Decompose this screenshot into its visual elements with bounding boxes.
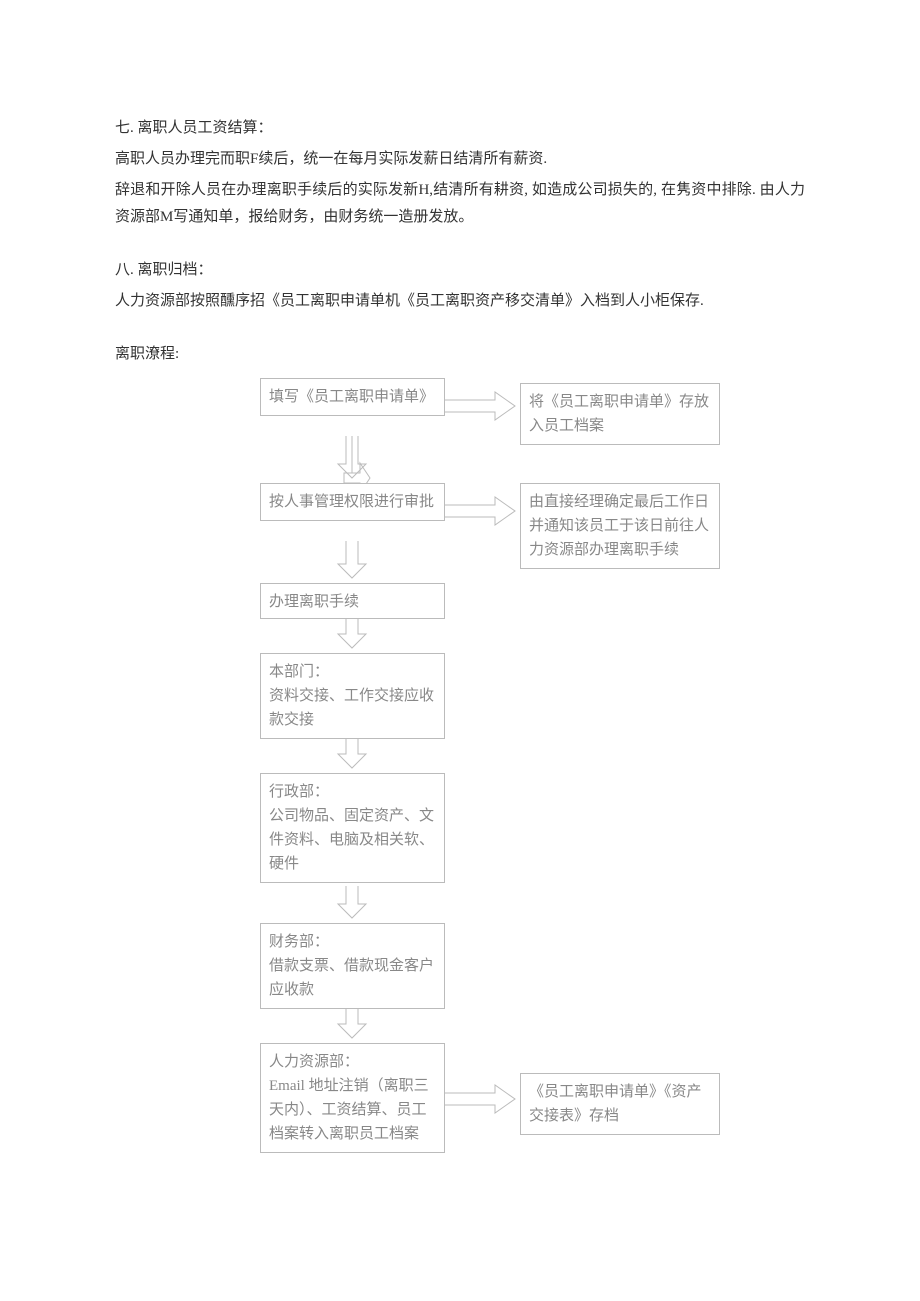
section-7-line2: 辞退和开除人员在办理离职手续后的实际发新H,结清所有耕资, 如造成公司损失的, … (115, 177, 805, 231)
section-8-heading: 八. 离职归档： (115, 257, 805, 284)
flow-side-manager-notify: 由直接经理确定最后工作日并通知该员工于该日前往人力资源部办理离职手续 (520, 483, 720, 569)
section-7-heading: 七. 离职人员工资结算： (115, 115, 805, 142)
flow-step-admin: 行政部：公司物品、固定资产、文件资料、电脑及相关软、硬件 (260, 773, 445, 883)
flowchart-heading: 离职潦程: (115, 341, 805, 368)
flow-step-hr: 人力资源部：Email 地址注销（离职三天内）、工资结算、员工档案转入离职员工档… (260, 1043, 445, 1153)
flow-step-approval: 按人事管理权限进行审批 (260, 483, 445, 521)
section-8-line1: 人力资源部按照醺序招《员工离职申请单机《员工离职资产移交清单》入档到人小柜保存. (115, 288, 805, 315)
flow-step-finance: 财务部：借款支票、借款现金客户应收款 (260, 923, 445, 1009)
resignation-flowchart: 填写《员工离职申请单》 按人事管理权限进行审批 办理离职手续 本部门：资料交接、… (260, 378, 920, 1198)
flow-step-department: 本部门：资料交接、工作交接应收款交接 (260, 653, 445, 739)
section-7-line1: 高职人员办理完而职F续后，统一在每月实际发薪日结清所有薪资. (115, 146, 805, 173)
flow-side-file-archive: 《员工离职申请单》《资产交接表》存档 (520, 1073, 720, 1135)
flow-step-fill-form: 填写《员工离职申请单》 (260, 378, 445, 416)
flow-step-process: 办理离职手续 (260, 583, 445, 619)
flow-side-archive-form: 将《员工离职申请单》存放入员工档案 (520, 383, 720, 445)
document-body: 七. 离职人员工资结算： 高职人员办理完而职F续后，统一在每月实际发薪日结清所有… (0, 0, 920, 1198)
